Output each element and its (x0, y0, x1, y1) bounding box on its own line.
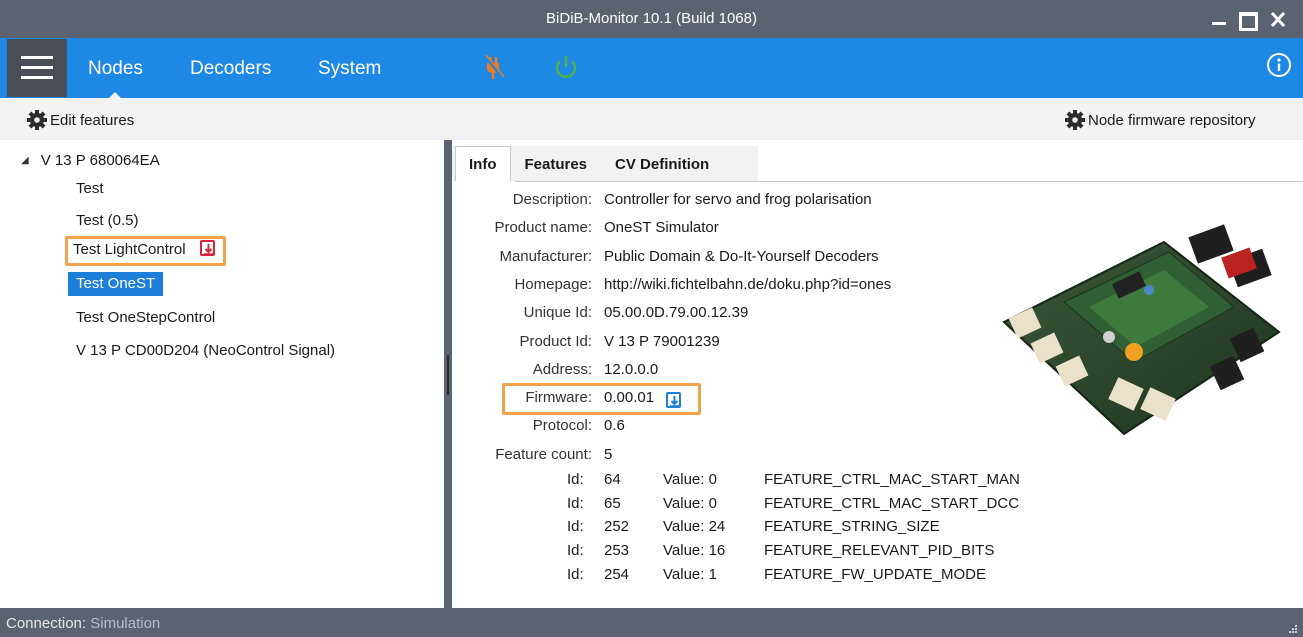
connection-label: Connection: (6, 615, 87, 632)
info-label: Unique Id: (523, 304, 592, 322)
info-value: OneST Simulator (604, 219, 719, 237)
info-row: Product Id: V 13 P 79001239 (0, 332, 719, 355)
feature-name: FEATURE_FW_UPDATE_MODE (764, 565, 986, 583)
connection-status: Connection: Simulation (6, 615, 160, 632)
about-button[interactable] (1266, 52, 1292, 78)
info-row: Protocol: 0.6 (0, 417, 625, 439)
feature-name: FEATURE_STRING_SIZE (764, 518, 940, 536)
feature-id: 254 (604, 565, 630, 583)
info-label: Address: (532, 360, 592, 378)
feature-name: FEATURE_RELEVANT_PID_BITS (764, 542, 995, 560)
info-value: 12.0.0.0 (604, 360, 659, 378)
expand-arrow-icon[interactable]: ◢ (21, 155, 29, 166)
power-icon (555, 56, 577, 78)
feature-value: Value: 24 (663, 518, 726, 536)
feature-id: 253 (604, 542, 630, 560)
info-row: Address: 12.0.0.0 (0, 360, 658, 383)
feature-value: Value: 16 (663, 542, 726, 560)
product-board-image (1002, 224, 1281, 436)
info-label: Product Id: (519, 332, 592, 350)
feature-id: 64 (604, 471, 621, 488)
feature-id-label: Id: (567, 542, 584, 560)
info-row: Description: Controller for servo and fro… (0, 191, 872, 213)
tab-border (515, 181, 1303, 182)
tab-system[interactable]: System (318, 58, 381, 80)
info-value: V 13 P 79001239 (604, 332, 720, 350)
feature-id-label: Id: (567, 471, 584, 488)
info-label: Feature count: (495, 445, 592, 463)
info-label: Manufacturer: (499, 247, 592, 265)
feature-id-label: Id: (567, 565, 584, 583)
feature-id: 65 (604, 494, 621, 512)
info-value: http://wiki.fichtelbahn.de/doku.php?id=o… (604, 275, 892, 293)
tab-decoders[interactable]: Decoders (190, 58, 271, 80)
feature-id-label: Id: (567, 494, 584, 512)
info-row: Feature count: 5 (0, 445, 612, 468)
disconnect-button[interactable] (482, 52, 510, 82)
gear-icon (27, 110, 47, 130)
power-button[interactable] (552, 52, 580, 82)
title-bar: BiDiB-Monitor 10.1 (Build 1068) (0, 0, 1303, 38)
info-icon (1267, 53, 1291, 77)
close-icon (1270, 12, 1286, 27)
info-row: Product name: OneST Simulator (0, 219, 718, 241)
minimize-button[interactable] (1206, 4, 1234, 34)
feature-name: FEATURE_CTRL_MAC_START_DCC (764, 494, 1020, 512)
download-icon (670, 396, 679, 407)
info-value: 0.6 (604, 417, 625, 435)
close-button[interactable] (1264, 4, 1292, 34)
toolbar: Edit features Node firmware repository (0, 98, 1303, 140)
tab-nodes[interactable]: Nodes (88, 58, 143, 101)
maximize-button[interactable] (1234, 4, 1262, 34)
resize-grip-icon[interactable] (1289, 625, 1297, 633)
firmware-repository-button[interactable]: Node firmware repository (1064, 109, 1256, 131)
window-title: BiDiB-Monitor 10.1 (Build 1068) (546, 10, 757, 27)
info-row: Homepage: http://wiki.fichtelbahn.de/doku… (0, 275, 891, 298)
tab-info[interactable]: Info (455, 146, 511, 182)
status-bar: Connection: Simulation (0, 608, 1303, 637)
info-value: 05.00.0D.79.00.12.39 (604, 304, 749, 322)
firmware-update-button[interactable] (666, 392, 681, 408)
feature-id-label: Id: (567, 518, 584, 536)
info-value: Controller for servo and frog polarisati… (604, 191, 872, 208)
firmware-repository-label: Node firmware repository (1088, 111, 1256, 129)
info-label: Description: (512, 191, 592, 208)
edit-features-label: Edit features (50, 111, 135, 129)
feature-value: Value: 0 (663, 471, 717, 488)
menu-bar: Nodes Decoders System (0, 38, 1303, 101)
info-value: Public Domain & Do-It-Yourself Decoders (604, 247, 879, 265)
edit-features-button[interactable]: Edit features (26, 109, 134, 131)
tree-root-label: V 13 P 680064EA (40, 152, 160, 169)
detail-tabs: Info Features CV Definition (455, 146, 723, 182)
feature-id: 252 (604, 518, 630, 536)
connection-value: Simulation (90, 615, 161, 632)
info-label: Product name: (494, 219, 592, 237)
info-label: Protocol: (532, 417, 592, 435)
feature-value: Value: 1 (663, 565, 717, 583)
gear-icon (1065, 110, 1085, 130)
tab-features[interactable]: Features (511, 146, 602, 182)
info-row: Unique Id: 05.00.0D.79.00.12.39 (0, 304, 749, 326)
info-value: 5 (604, 445, 613, 463)
feature-value: Value: 0 (663, 494, 717, 512)
tree-root-node[interactable]: ◢ V 13 P 680064EA (21, 152, 160, 169)
feature-name: FEATURE_CTRL_MAC_START_MAN (764, 471, 1020, 488)
hamburger-menu-button[interactable] (7, 39, 67, 97)
info-label: Homepage: (514, 275, 592, 293)
tab-cv-definition[interactable]: CV Definition (601, 146, 723, 182)
info-row: Manufacturer: Public Domain & Do-It-Yours… (0, 247, 878, 270)
disconnect-plug-icon (483, 54, 505, 79)
